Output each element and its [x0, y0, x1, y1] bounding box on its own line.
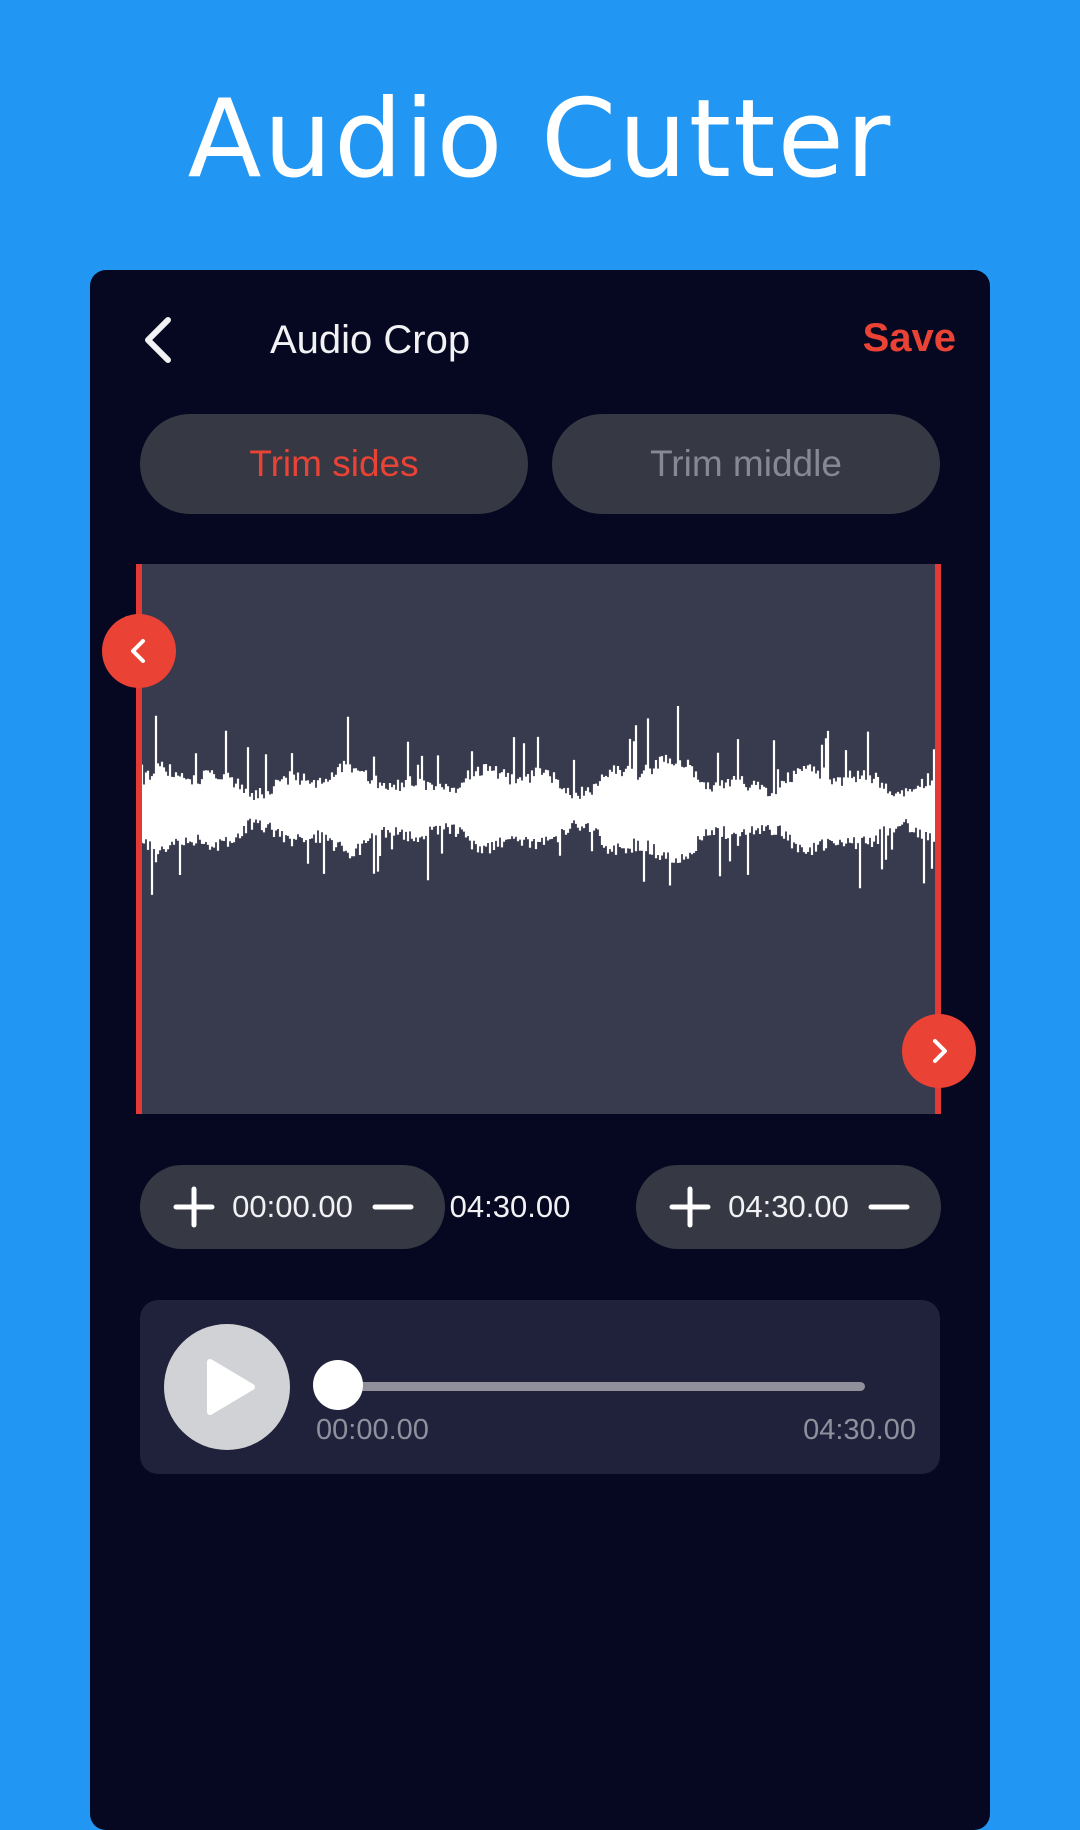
tab-label: Trim sides — [249, 443, 419, 484]
start-time-decrease-button[interactable] — [363, 1177, 423, 1237]
tab-trim-middle[interactable]: Trim middle — [552, 414, 940, 514]
play-icon — [207, 1359, 255, 1415]
start-time-increase-button[interactable] — [164, 1177, 224, 1237]
minus-icon — [372, 1204, 414, 1210]
waveform-path — [140, 706, 936, 895]
chevron-left-icon — [145, 317, 171, 363]
app-screen: Audio Crop Save Trim sides Trim middle 0… — [90, 270, 990, 1830]
tab-label: Trim middle — [650, 443, 842, 484]
end-time-increase-button[interactable] — [660, 1177, 720, 1237]
minus-icon — [868, 1204, 910, 1210]
page-title: Audio Crop — [270, 318, 471, 362]
tab-trim-sides[interactable]: Trim sides — [140, 414, 528, 514]
total-time: 04:30.00 — [803, 1414, 916, 1446]
save-button[interactable]: Save — [863, 308, 956, 368]
plus-icon — [669, 1186, 711, 1228]
back-button[interactable] — [132, 310, 192, 370]
selection-duration: 04:30.00 — [449, 1189, 571, 1224]
end-time-decrease-button[interactable] — [859, 1177, 919, 1237]
plus-icon — [173, 1186, 215, 1228]
audio-waveform — [140, 706, 936, 895]
waveform-area[interactable] — [138, 564, 938, 1114]
chevron-left-icon — [131, 639, 145, 663]
chevron-right-icon — [933, 1039, 947, 1063]
seek-thumb[interactable] — [313, 1360, 363, 1410]
play-button[interactable] — [164, 1324, 290, 1450]
current-time: 00:00.00 — [316, 1414, 429, 1446]
seek-bar[interactable] — [350, 1382, 865, 1391]
end-time-stepper: 04:30.00 — [636, 1165, 941, 1249]
app-bar: Audio Crop Save — [90, 270, 990, 420]
audio-player: 00:00.00 04:30.00 — [140, 1300, 940, 1474]
end-trim-handle[interactable] — [902, 1014, 976, 1088]
hero-title: Audio Cutter — [187, 77, 893, 202]
start-trim-handle[interactable] — [102, 614, 176, 688]
start-time-stepper: 00:00.00 — [140, 1165, 445, 1249]
